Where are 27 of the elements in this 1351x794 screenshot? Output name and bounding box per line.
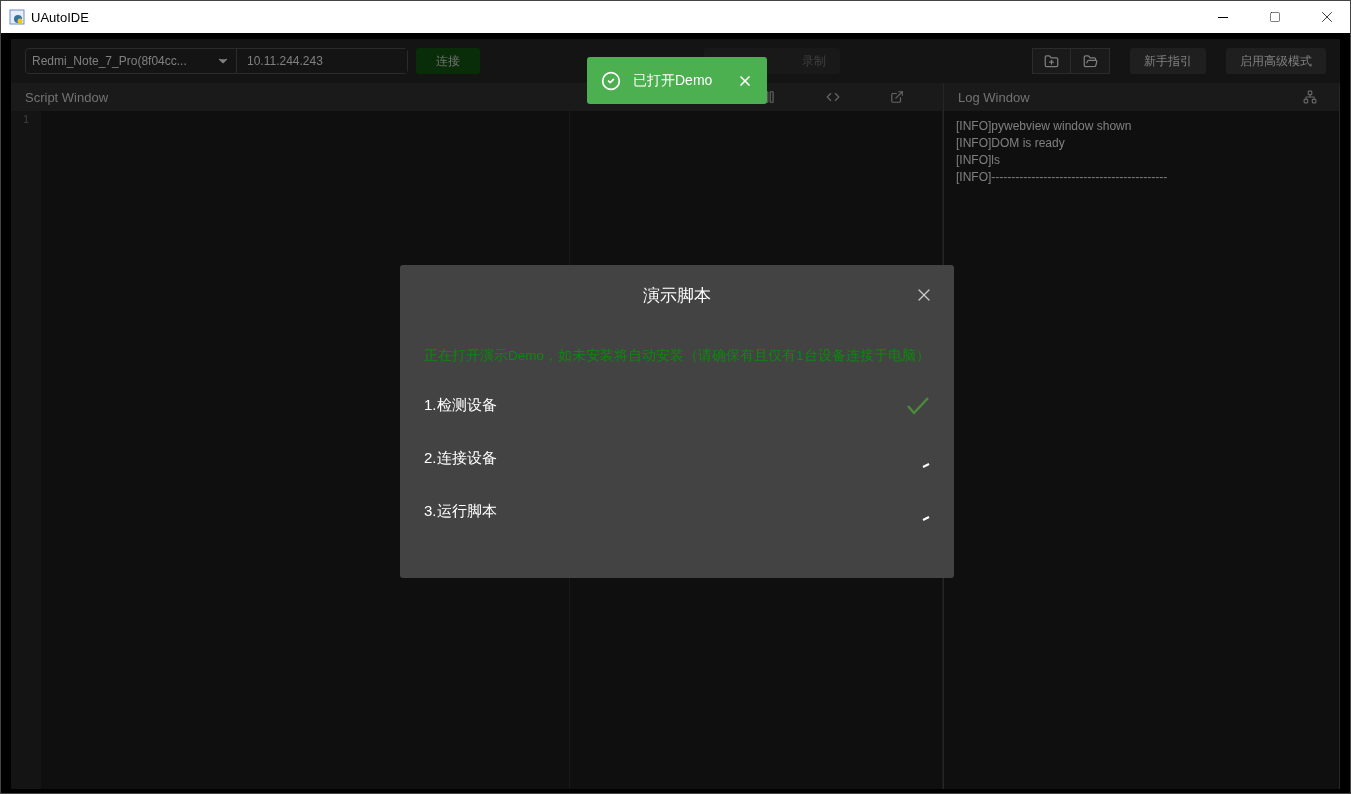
log-line: [INFO]DOM is ready [956, 136, 1066, 150]
notice-text: 正在打开演示Demo，如未安装将自动安装（请确保有且仅有1台设备连接于电脑） [424, 347, 930, 365]
window-title: UAutoIDE [31, 9, 90, 25]
external-link-icon [890, 90, 904, 104]
folder-icon [1082, 53, 1098, 69]
folder-plus-icon [1044, 53, 1059, 69]
network-icon [1303, 90, 1317, 104]
log-line: [INFO]pywebview window shown [956, 119, 1133, 133]
open-folder-button[interactable] [1071, 48, 1110, 74]
minimize-icon [1218, 16, 1228, 18]
maximize-icon [1269, 11, 1281, 23]
toast-message: 已打开Demo [633, 71, 714, 90]
dialog-title: 演示脚本 [643, 284, 711, 307]
log-line: [INFO]-------------------------------------------- [956, 170, 1169, 184]
panel-title: Log Window [958, 89, 1031, 105]
step-label: 2.连接设备 [424, 449, 497, 468]
guide-button[interactable]: 新手指引 [1130, 48, 1206, 74]
code-icon [826, 90, 840, 104]
app-icon [9, 9, 25, 25]
step-label: 3.运行脚本 [424, 502, 497, 521]
log-line: [INFO]ls [956, 153, 1001, 167]
check-circle-icon [601, 70, 621, 91]
panel-title: Script Window [25, 89, 110, 105]
new-folder-button[interactable] [1032, 48, 1071, 74]
advanced-mode-button[interactable]: 启用高级模式 [1226, 48, 1326, 74]
connect-button[interactable]: 连接 [416, 48, 480, 74]
step-label: 1.检测设备 [424, 396, 497, 415]
